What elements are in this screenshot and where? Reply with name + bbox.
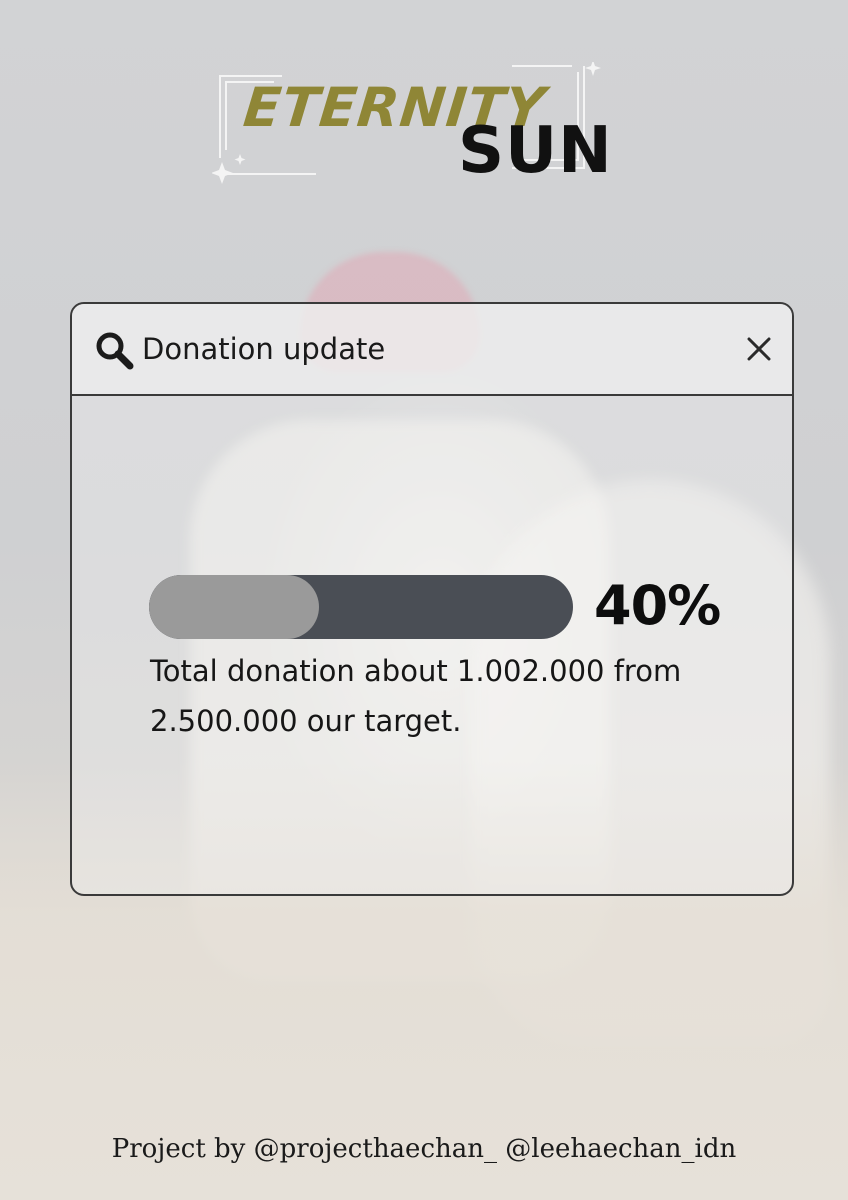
close-icon[interactable] bbox=[746, 336, 772, 362]
window-title-bar: Donation update bbox=[72, 304, 792, 396]
donation-progress-bar bbox=[149, 575, 573, 639]
logo-word-sun: SUN bbox=[458, 114, 613, 188]
window-title: Donation update bbox=[142, 332, 386, 366]
eternity-sun-logo: ETERNITY SUN bbox=[212, 62, 612, 192]
project-credits: Project by @projecthaechan_ @leehaechan_… bbox=[111, 1134, 737, 1164]
donation-window: Donation update 40% Total donation about… bbox=[70, 302, 794, 896]
donation-progress-percent: 40% bbox=[594, 574, 721, 637]
donation-summary-text: Total donation about 1.002.000 from 2.50… bbox=[150, 654, 682, 738]
donation-progress-fill bbox=[149, 575, 319, 639]
search-icon bbox=[96, 332, 134, 370]
